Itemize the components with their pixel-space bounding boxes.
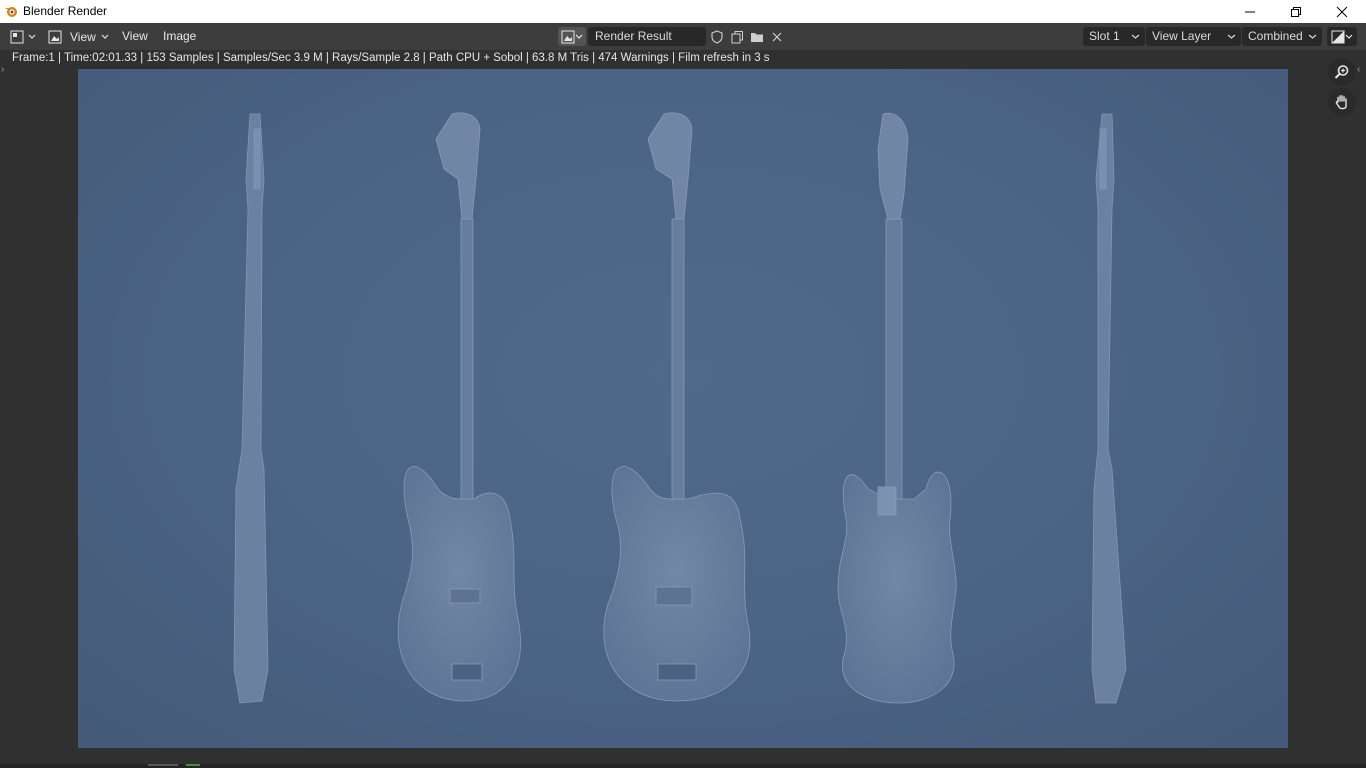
image-name-field[interactable]: Render Result <box>588 27 706 46</box>
guitar-back <box>837 112 957 704</box>
view-layer-label: View Layer <box>1152 29 1212 43</box>
slot-label: Slot 1 <box>1089 29 1120 43</box>
render-result-image <box>78 69 1288 748</box>
browse-image-button[interactable] <box>558 27 586 46</box>
close-icon <box>772 32 782 41</box>
guitars-render <box>233 112 1127 704</box>
restore-button[interactable] <box>1273 0 1319 23</box>
slot-dropdown[interactable]: Slot 1 <box>1083 27 1145 46</box>
render-stats-text: Frame:1 | Time:02:01.33 | 153 Samples | … <box>12 52 770 64</box>
blender-logo-icon <box>5 7 17 17</box>
restore-icon <box>1291 6 1301 17</box>
guitar-side-left <box>233 113 269 704</box>
close-icon <box>1336 6 1348 17</box>
open-image-button[interactable] <box>747 27 767 46</box>
new-image-icon <box>731 30 743 43</box>
zoom-icon <box>1334 65 1349 79</box>
image-editor-icon <box>10 30 24 43</box>
new-image-button[interactable] <box>727 27 747 46</box>
toolbar-expand-icon[interactable]: › <box>1 64 4 75</box>
minimize-button[interactable] <box>1227 0 1273 23</box>
image-editor-header: View View Image Render Result Slot 1 Vie… <box>0 23 1366 50</box>
image-viewport[interactable]: › ‹ <box>0 58 1366 764</box>
chevron-down-icon <box>1345 34 1353 39</box>
menu-image[interactable]: Image <box>163 28 196 45</box>
guitar-front-1 <box>397 112 521 702</box>
render-pass-label: Combined <box>1248 29 1303 43</box>
chevron-down-icon <box>101 34 109 39</box>
view-mode-label: View <box>70 29 96 44</box>
progress-segment-active <box>186 764 200 766</box>
close-window-button[interactable] <box>1319 0 1365 23</box>
menu-view[interactable]: View <box>122 28 148 45</box>
chevron-down-icon <box>28 34 36 39</box>
chevron-down-icon <box>575 34 583 39</box>
zoom-button[interactable] <box>1328 58 1356 86</box>
window-titlebar: Blender Render <box>0 0 1366 23</box>
progress-segment <box>148 764 178 766</box>
sidebar-expand-icon[interactable]: ‹ <box>1357 64 1360 75</box>
guitar-side-right <box>1091 113 1127 704</box>
display-channels-dropdown[interactable] <box>1327 27 1357 46</box>
guitar-front-2 <box>603 112 751 702</box>
chevron-down-icon <box>1308 34 1317 39</box>
browse-image-icon <box>561 30 575 43</box>
shield-icon <box>711 29 723 44</box>
pan-button[interactable] <box>1328 88 1356 116</box>
chevron-down-icon <box>1227 34 1236 39</box>
fake-user-button[interactable] <box>707 27 727 46</box>
minimize-icon <box>1245 11 1255 12</box>
window-title: Blender Render <box>23 4 108 18</box>
chevron-down-icon <box>1131 34 1140 39</box>
status-bar <box>0 764 1366 768</box>
folder-icon <box>751 32 763 42</box>
display-channels-icon <box>1331 30 1345 43</box>
render-pass-dropdown[interactable]: Combined <box>1242 27 1322 46</box>
view-mode-icon <box>48 30 62 43</box>
render-stats-bar: Frame:1 | Time:02:01.33 | 153 Samples | … <box>0 50 1366 69</box>
editor-type-dropdown[interactable] <box>10 27 40 46</box>
hand-icon <box>1335 95 1347 110</box>
view-layer-dropdown[interactable]: View Layer <box>1146 27 1241 46</box>
unlink-image-button[interactable] <box>767 27 787 46</box>
view-mode-dropdown[interactable]: View <box>48 27 110 46</box>
